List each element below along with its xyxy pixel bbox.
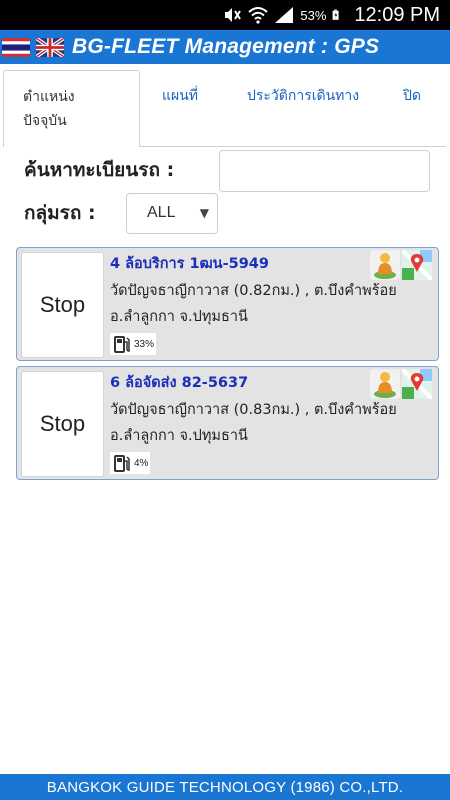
fuel-indicator: 4% — [110, 452, 151, 474]
plate-search-input[interactable] — [219, 150, 430, 192]
uk-flag-icon[interactable] — [36, 37, 64, 57]
vehicle-card: Stop 6 ล้อจัดส่ง 82-5637 วัดปัญจธาญีกาวา… — [16, 366, 439, 480]
tab-divider — [140, 146, 446, 147]
battery-icon — [332, 9, 339, 20]
fuel-pump-icon — [114, 455, 130, 472]
vehicle-name[interactable]: 6 ล้อจัดส่ง 82-5637 — [110, 371, 248, 394]
wifi-icon — [248, 7, 269, 24]
tab-map[interactable]: แผนที่ — [162, 84, 198, 108]
clock: 12:09 PM — [354, 3, 440, 26]
stop-status-button[interactable]: Stop — [21, 371, 104, 477]
tab-travel-history[interactable]: ประวัติการเดินทาง — [247, 84, 367, 108]
tab-close[interactable]: ปิด — [403, 84, 421, 108]
vehicle-actions — [370, 369, 432, 399]
app-header: BG-FLEET Management : GPS — [0, 30, 450, 64]
footer: BANGKOK GUIDE TECHNOLOGY (1986) CO.,LTD. — [0, 774, 450, 800]
signal-icon — [275, 7, 294, 23]
vehicle-group-label: กลุ่มรถ : — [24, 202, 96, 224]
battery-percent: 53% — [300, 7, 327, 23]
plate-search-label: ค้นหาทะเบียนรถ : — [24, 159, 175, 181]
status-icons: 53% 12:09 PM — [222, 0, 440, 30]
tab-bar: ตำแหน่งปัจจุบัน แผนที่ ประวัติการเดินทาง… — [0, 64, 450, 147]
street-view-icon[interactable] — [370, 369, 400, 399]
vehicle-address: วัดปัญจธาญีกาวาส (0.83กม.) , ต.บึงคำพร้อ… — [110, 402, 397, 444]
street-view-icon[interactable] — [370, 250, 400, 280]
thailand-flag-icon[interactable] — [2, 37, 30, 57]
tab-current-location[interactable]: ตำแหน่งปัจจุบัน — [3, 70, 140, 147]
vehicle-actions — [370, 250, 432, 280]
vehicle-group-select[interactable]: ALL ▼ — [126, 193, 218, 234]
vehicle-card: Stop 4 ล้อบริการ 1ฒน-5949 วัดปัญจธาญีกาว… — [16, 247, 439, 361]
fuel-pump-icon — [114, 336, 130, 353]
fuel-indicator: 33% — [110, 333, 157, 355]
stop-status-button[interactable]: Stop — [21, 252, 104, 358]
map-pin-icon[interactable] — [402, 250, 432, 280]
fuel-percent: 33% — [134, 338, 155, 350]
vehicle-group-value: ALL — [147, 204, 176, 221]
status-bar: 53% 12:09 PM — [0, 0, 450, 30]
app-title: BG-FLEET Management : GPS — [72, 35, 380, 58]
chevron-down-icon: ▼ — [199, 206, 209, 220]
mute-icon — [225, 8, 242, 22]
vehicle-name[interactable]: 4 ล้อบริการ 1ฒน-5949 — [110, 252, 269, 275]
fuel-percent: 4% — [134, 457, 149, 469]
map-pin-icon[interactable] — [402, 369, 432, 399]
vehicle-address: วัดปัญจธาญีกาวาส (0.82กม.) , ต.บึงคำพร้อ… — [110, 283, 397, 325]
